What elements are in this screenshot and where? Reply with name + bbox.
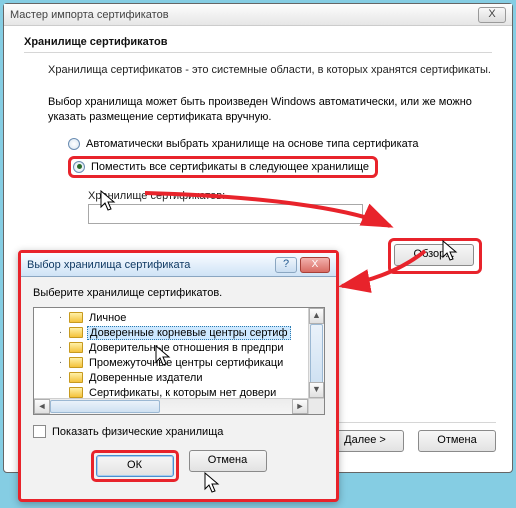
- radio-manual-label: Поместить все сертификаты в следующее хр…: [91, 161, 369, 173]
- scroll-right-icon[interactable]: ►: [292, 399, 308, 414]
- folder-icon: [69, 327, 83, 338]
- expand-icon[interactable]: ·: [56, 372, 65, 383]
- show-physical-label: Показать физические хранилища: [52, 426, 223, 438]
- scroll-down-icon[interactable]: ▼: [309, 382, 324, 398]
- tree-item-label: Сертификаты, к которым нет довери: [87, 387, 278, 399]
- expand-icon[interactable]: ·: [56, 342, 65, 353]
- tree-hscrollbar[interactable]: ◄ ►: [34, 398, 308, 414]
- tree-item[interactable]: · Личное: [38, 310, 308, 325]
- wizard-close-button[interactable]: X: [478, 7, 506, 23]
- choice-intro: Выбор хранилища может быть произведен Wi…: [48, 95, 492, 124]
- scroll-left-icon[interactable]: ◄: [34, 399, 50, 414]
- select-cert-store-dialog: Выбор хранилища сертификата ? X Выберите…: [18, 250, 339, 502]
- dialog-button-row: ОК Отмена: [33, 450, 324, 482]
- hscroll-thumb[interactable]: [50, 400, 160, 413]
- tree-item[interactable]: · Доверенные издатели: [38, 370, 308, 385]
- tree-vscrollbar[interactable]: ▲ ▼: [308, 308, 324, 398]
- annotation-arrow-down: [330, 246, 440, 296]
- tree-item-label: Промежуточные центры сертификаци: [87, 357, 285, 369]
- folder-icon: [69, 357, 83, 368]
- folder-icon: [69, 387, 83, 398]
- folder-icon: [69, 312, 83, 323]
- dialog-titlebar[interactable]: Выбор хранилища сертификата ? X: [21, 253, 336, 277]
- section-heading: Хранилище сертификатов: [24, 36, 492, 48]
- radio-auto-row[interactable]: Автоматически выбрать хранилище на основ…: [68, 138, 492, 150]
- scroll-corner: [308, 398, 324, 414]
- annotation-arrow-right: [140, 186, 400, 246]
- expand-icon[interactable]: ·: [56, 357, 65, 368]
- tree-item[interactable]: · Промежуточные центры сертификаци: [38, 355, 308, 370]
- expand-icon[interactable]: ·: [56, 327, 65, 338]
- radio-auto[interactable]: [68, 138, 80, 150]
- dialog-title: Выбор хранилища сертификата: [27, 259, 275, 271]
- radio-manual[interactable]: [73, 161, 85, 173]
- vscroll-thumb[interactable]: [310, 324, 323, 384]
- dialog-instruction: Выберите хранилище сертификатов.: [33, 287, 324, 299]
- tree-item[interactable]: · Доверительные отношения в предпри: [38, 340, 308, 355]
- section-desc: Хранилища сертификатов - это системные о…: [24, 63, 492, 77]
- expand-icon[interactable]: ·: [56, 312, 65, 323]
- dialog-help-button[interactable]: ?: [275, 257, 297, 273]
- wizard-title: Мастер импорта сертификатов: [10, 9, 478, 21]
- folder-icon: [69, 342, 83, 353]
- wizard-titlebar[interactable]: Мастер импорта сертификатов X: [4, 4, 512, 26]
- ok-button[interactable]: ОК: [96, 455, 174, 477]
- folder-icon: [69, 372, 83, 383]
- tree-item-label: Личное: [87, 312, 128, 324]
- tree-item-label: Доверительные отношения в предпри: [87, 342, 286, 354]
- radio-manual-row[interactable]: Поместить все сертификаты в следующее хр…: [68, 156, 492, 178]
- highlight-radio-manual: Поместить все сертификаты в следующее хр…: [68, 156, 378, 178]
- scroll-up-icon[interactable]: ▲: [309, 308, 324, 324]
- dialog-body: Выберите хранилище сертификатов. · Личное…: [21, 277, 336, 490]
- dialog-cancel-button[interactable]: Отмена: [189, 450, 267, 472]
- cancel-button[interactable]: Отмена: [418, 430, 496, 452]
- show-physical-row[interactable]: Показать физические хранилища: [33, 425, 324, 438]
- section-rule: [24, 52, 492, 53]
- cert-store-tree[interactable]: · Личное · Доверенные корневые центры серти…: [33, 307, 325, 415]
- radio-auto-label: Автоматически выбрать хранилище на основ…: [86, 138, 419, 150]
- dialog-close-button[interactable]: X: [300, 257, 330, 273]
- highlight-ok: ОК: [91, 450, 179, 482]
- show-physical-checkbox[interactable]: [33, 425, 46, 438]
- tree-item[interactable]: · Доверенные корневые центры сертиф: [38, 325, 308, 340]
- tree-item-label: Доверенные корневые центры сертиф: [87, 326, 291, 340]
- tree-item-label: Доверенные издатели: [87, 372, 204, 384]
